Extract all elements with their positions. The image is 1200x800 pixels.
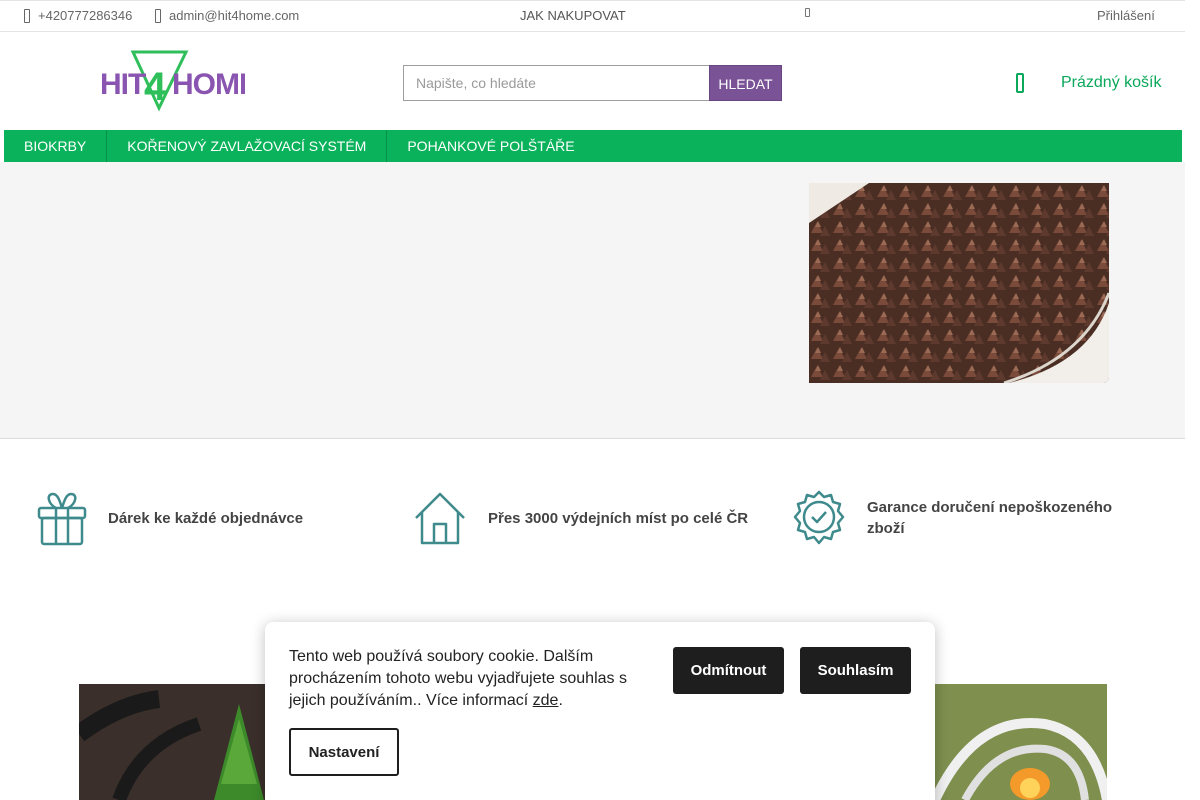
cookie-more-info-link[interactable]: zde	[533, 692, 559, 709]
house-icon	[415, 492, 465, 545]
search-button[interactable]: HLEDAT	[709, 65, 782, 101]
cart-icon[interactable]	[1016, 73, 1024, 93]
svg-text:HOME: HOME	[172, 68, 245, 101]
cookie-consent-dialog: Tento web používá soubory cookie. Dalším…	[265, 622, 935, 800]
cookie-settings-button[interactable]: Nastavení	[289, 728, 399, 776]
benefit-guarantee-label: Garance doručení nepoškozeného zboží	[867, 499, 1113, 537]
cookie-accept-button[interactable]: Souhlasím	[800, 647, 911, 694]
gift-icon	[37, 492, 87, 546]
cookie-text: Tento web používá soubory cookie. Dalším…	[289, 648, 627, 709]
dropdown-icon[interactable]	[805, 8, 810, 17]
irrigation-graphic	[79, 684, 265, 800]
benefit-gift: Dárek ke každé objednávce	[36, 490, 303, 546]
product-image-irrigation[interactable]	[79, 684, 265, 800]
cart-link[interactable]: Prázdný košík	[1061, 74, 1161, 92]
cookie-reject-button[interactable]: Odmítnout	[673, 647, 784, 694]
login-link[interactable]: Přihlášení	[1097, 8, 1155, 23]
phone-number: +420777286346	[38, 8, 133, 23]
mail-icon	[155, 8, 161, 23]
benefit-pickup-points: Přes 3000 výdejních míst po celé ČR	[412, 490, 748, 546]
phone-contact[interactable]: +420777286346	[24, 8, 132, 23]
cookie-text-end: .	[558, 692, 563, 709]
search-form: HLEDAT	[403, 65, 782, 101]
nav-item-buckwheat-pillows[interactable]: POHANKOVÉ POLŠTÁŘE	[387, 130, 594, 162]
logo-graphic: HIT 4 HOME	[100, 50, 259, 112]
biokrb-graphic	[935, 684, 1107, 800]
email-address: admin@hit4home.com	[169, 8, 300, 23]
nav-item-biokrby[interactable]: BIOKRBY	[4, 130, 108, 162]
benefit-pickup-label: Přes 3000 výdejních míst po celé ČR	[488, 509, 749, 527]
buckwheat-hulls-graphic	[809, 183, 1109, 383]
phone-icon	[24, 8, 30, 23]
badge-check-icon	[793, 490, 845, 545]
site-logo[interactable]: HIT 4 HOME	[100, 50, 259, 112]
main-nav: BIOKRBY KOŘENOVÝ ZAVLAŽOVACÍ SYSTÉM POHA…	[4, 130, 1182, 162]
product-image-biokrb[interactable]	[935, 684, 1107, 800]
how-to-buy-link[interactable]: JAK NAKUPOVAT	[520, 8, 626, 23]
svg-text:4: 4	[144, 65, 167, 109]
benefit-gift-label: Dárek ke každé objednávce	[108, 509, 304, 527]
email-contact[interactable]: admin@hit4home.com	[155, 8, 299, 23]
top-bar: +420777286346 admin@hit4home.com JAK NAK…	[0, 0, 1185, 32]
cookie-message: Tento web používá soubory cookie. Dalším…	[289, 646, 639, 712]
search-input[interactable]	[403, 65, 709, 101]
nav-item-root-irrigation[interactable]: KOŘENOVÝ ZAVLAŽOVACÍ SYSTÉM	[107, 130, 388, 162]
benefit-delivery-guarantee: Garance doručení nepoškozeného zboží	[791, 490, 1151, 546]
svg-text:HIT: HIT	[100, 68, 146, 101]
buckwheat-hulls-image[interactable]	[809, 183, 1109, 383]
